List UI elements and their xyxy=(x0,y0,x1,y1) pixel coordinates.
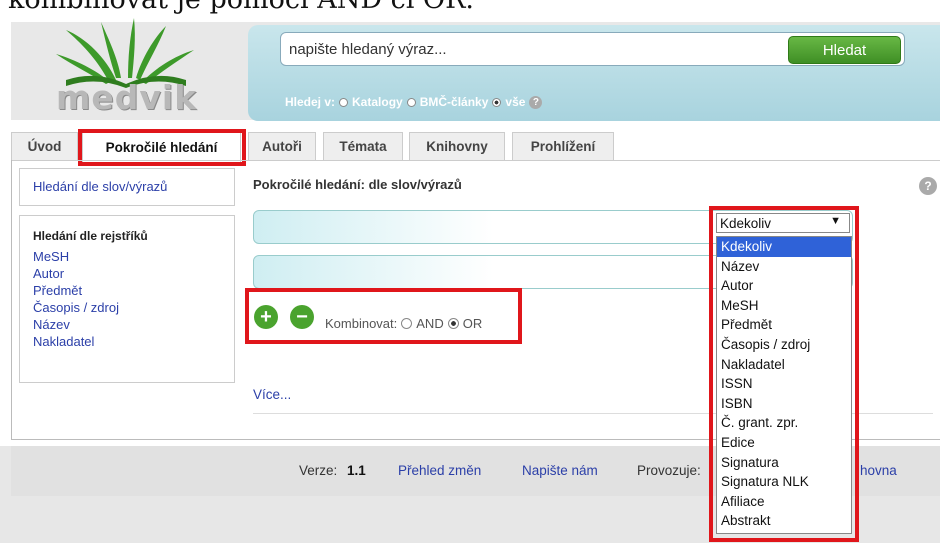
medvik-logo[interactable]: medvik xyxy=(46,18,206,118)
option-mesh[interactable]: MeSH xyxy=(717,296,851,316)
sidebar-item-casopis[interactable]: Časopis / zdroj xyxy=(33,300,119,315)
option-signatura[interactable]: Signatura xyxy=(717,453,851,473)
option-autor[interactable]: Autor xyxy=(717,276,851,296)
combine-radio-and[interactable] xyxy=(401,318,413,329)
sidebar-item-predmet[interactable]: Předmět xyxy=(33,283,82,298)
option-predmet[interactable]: Předmět xyxy=(717,315,851,335)
option-grant[interactable]: Č. grant. zpr. xyxy=(717,413,851,433)
scope-option-label: Katalogy xyxy=(352,95,403,109)
search-scope-label: Hledej v: xyxy=(285,95,336,109)
option-casopis[interactable]: Časopis / zdroj xyxy=(717,335,851,355)
field-select-options: Kdekoliv Název Autor MeSH Předmět Časopi… xyxy=(716,236,852,534)
caption-text: kombinovat je pomocí AND či OR. xyxy=(8,0,474,15)
contact-link[interactable]: Napište nám xyxy=(522,463,598,478)
option-abstrakt[interactable]: Abstrakt xyxy=(717,511,851,531)
remove-row-button[interactable]: − xyxy=(290,305,314,329)
logo-text: medvik xyxy=(56,78,198,117)
sidebar-item-nazev[interactable]: Název xyxy=(33,317,70,332)
scope-radio-katalogy[interactable] xyxy=(339,97,349,107)
combine-and-label: AND xyxy=(416,316,444,331)
search-scope: Hledej v: Katalogy BMČ-články vše ? xyxy=(285,95,543,109)
scope-option-label: BMČ-články xyxy=(419,95,489,109)
help-icon[interactable]: ? xyxy=(529,95,543,109)
option-issn[interactable]: ISSN xyxy=(717,374,851,394)
option-kdekoliv[interactable]: Kdekoliv xyxy=(717,237,851,257)
sidebar-box-index: Hledání dle rejstříků MeSH Autor Předmět… xyxy=(19,215,235,383)
search-button[interactable]: Hledat xyxy=(788,36,901,64)
combine-label: Kombinovat: xyxy=(325,316,398,331)
chevron-down-icon: ▼ xyxy=(830,215,841,227)
sidebar-index-heading: Hledání dle rejstříků xyxy=(33,229,148,243)
version-label: Verze: xyxy=(299,463,338,478)
help-icon[interactable]: ? xyxy=(919,177,937,195)
version-number: 1.1 xyxy=(347,463,366,478)
tab-knihovny[interactable]: Knihovny xyxy=(409,132,505,160)
combine-radio-or[interactable] xyxy=(447,318,459,329)
option-signatura-nlk[interactable]: Signatura NLK xyxy=(717,472,851,492)
combine-options: Kombinovat: AND OR xyxy=(325,316,482,331)
sidebar-item-nakladatel[interactable]: Nakladatel xyxy=(33,334,94,349)
scope-radio-vse[interactable] xyxy=(492,97,502,107)
scope-option-label: vše xyxy=(505,95,526,109)
scope-radio-bmc[interactable] xyxy=(406,97,416,107)
operator-link[interactable]: hovna xyxy=(860,463,897,478)
option-isbn[interactable]: ISBN xyxy=(717,394,851,414)
option-edice[interactable]: Edice xyxy=(717,433,851,453)
page-title: Pokročilé hledání: dle slov/výrazů xyxy=(253,177,462,192)
option-nazev[interactable]: Název xyxy=(717,257,851,277)
sidebar-item-mesh[interactable]: MeSH xyxy=(33,249,69,264)
tab-temata[interactable]: Témata xyxy=(323,132,403,160)
field-select[interactable]: Kdekoliv ▼ xyxy=(716,213,850,233)
option-afiliace[interactable]: Afiliace xyxy=(717,492,851,512)
sidebar-box-words: Hledání dle slov/výrazů xyxy=(19,168,235,206)
more-link[interactable]: Více... xyxy=(253,387,291,402)
tab-uvod[interactable]: Úvod xyxy=(11,132,78,160)
option-nakladatel[interactable]: Nakladatel xyxy=(717,355,851,375)
combine-or-label: OR xyxy=(462,316,483,331)
sidebar-item-words[interactable]: Hledání dle slov/výrazů xyxy=(33,179,167,194)
search-panel: Hledat Hledej v: Katalogy BMČ-články vše… xyxy=(248,25,940,121)
tab-prohlizeni[interactable]: Prohlížení xyxy=(512,132,614,160)
sidebar-item-autor[interactable]: Autor xyxy=(33,266,64,281)
field-select-value: Kdekoliv xyxy=(720,215,772,231)
operator-label: Provozuje: xyxy=(637,463,701,478)
tab-autori[interactable]: Autoři xyxy=(248,132,316,160)
changes-link[interactable]: Přehled změn xyxy=(398,463,481,478)
add-row-button[interactable]: + xyxy=(254,305,278,329)
